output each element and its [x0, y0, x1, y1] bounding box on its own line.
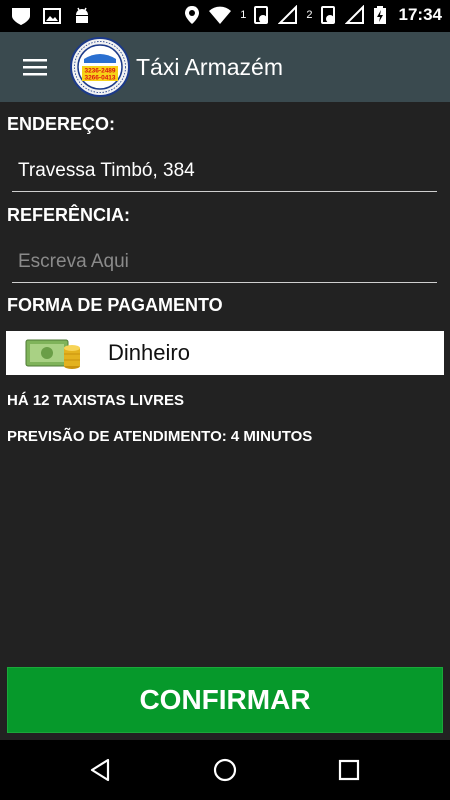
menu-button[interactable] [0, 32, 70, 102]
address-label: ENDEREÇO: [7, 114, 116, 134]
sim-1-label: 1 [240, 9, 247, 21]
address-field[interactable]: Travessa Timbó, 384 [12, 152, 437, 192]
main-content: ENDEREÇO: Travessa Timbó, 384 REFERÊNCIA… [0, 102, 450, 740]
sim-2-label: 2 [306, 9, 313, 21]
system-nav-bar [0, 740, 450, 800]
signal-icon [278, 5, 298, 24]
reference-label: REFERÊNCIA: [7, 205, 131, 225]
status-bar: 1 2 17:34 [0, 0, 450, 32]
payment-label: FORMA DE PAGAMENTO [7, 295, 223, 315]
signal-icon [320, 6, 335, 24]
payment-method-value: Dinheiro [108, 340, 190, 365]
android-icon [76, 7, 88, 23]
recent-apps-icon[interactable] [335, 756, 363, 784]
logo-phone-2: 3266-0413 [84, 75, 115, 82]
confirm-button[interactable]: CONFIRMAR [7, 667, 443, 733]
money-icon [25, 339, 80, 369]
home-icon[interactable] [211, 756, 239, 784]
battery-charging-icon [373, 6, 386, 24]
shield-icon [12, 8, 30, 25]
app-logo: 3236-2489 3266-0413 [70, 37, 130, 97]
app-title: Táxi Armazém [136, 53, 283, 80]
address-value: Travessa Timbó, 384 [18, 160, 195, 181]
signal-icon [344, 5, 364, 24]
app-bar: 3236-2489 3266-0413 Táxi Armazém [0, 32, 450, 102]
eta-text: PREVISÃO DE ATENDIMENTO: 4 MINUTOS [7, 428, 313, 445]
logo-phone-1: 3236-2489 [84, 68, 115, 75]
hamburger-menu-icon [23, 59, 47, 76]
back-icon[interactable] [86, 756, 114, 784]
wifi-icon [209, 6, 232, 24]
payment-method-selector[interactable]: Dinheiro [6, 331, 444, 375]
available-drivers-text: HÁ 12 TAXISTAS LIVRES [7, 392, 184, 409]
signal-icon [254, 6, 269, 24]
clock: 17:34 [398, 5, 442, 24]
reference-placeholder: Escreva Aqui [18, 251, 129, 272]
image-icon [43, 8, 61, 24]
location-icon [185, 6, 200, 24]
reference-field[interactable]: Escreva Aqui [12, 243, 437, 283]
